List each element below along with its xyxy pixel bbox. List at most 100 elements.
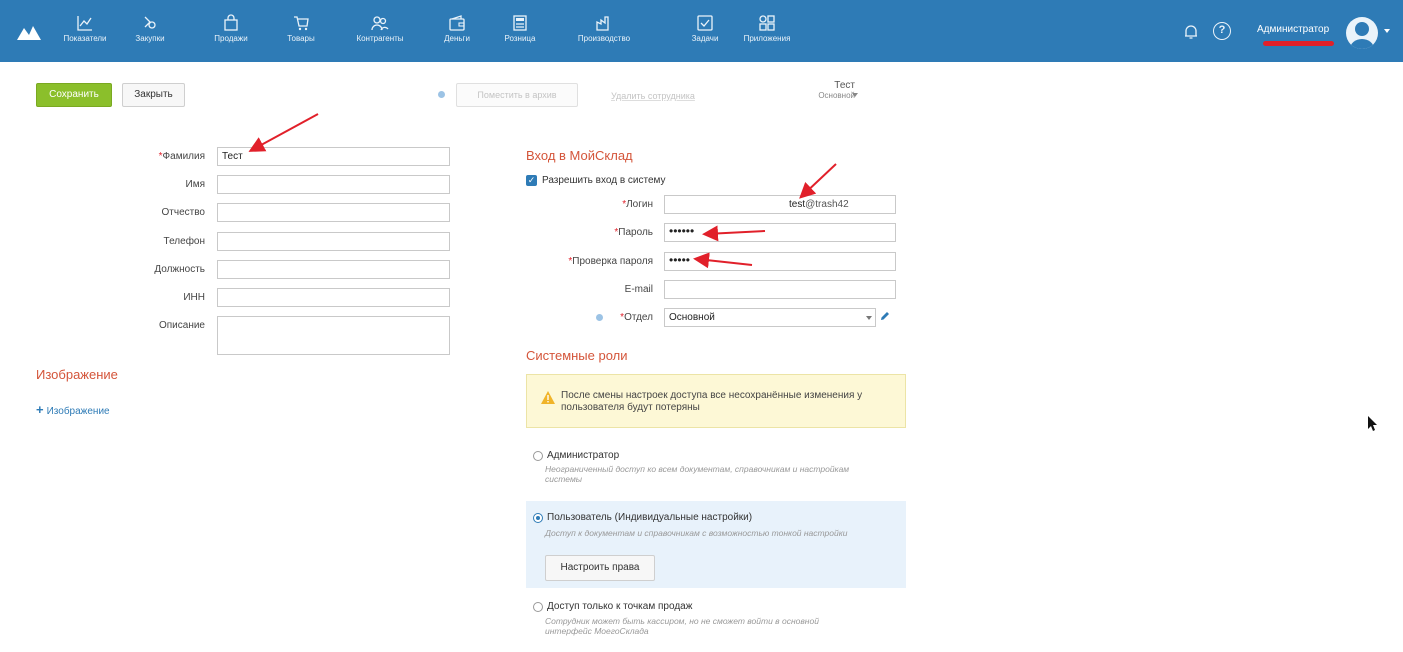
field-label-inn: ИНН: [183, 292, 205, 303]
field-label-login: *Логин: [622, 199, 653, 210]
annotation-underline: [1263, 41, 1334, 46]
avatar[interactable]: [1346, 17, 1378, 49]
role-pos-title: Доступ только к точкам продаж: [547, 601, 693, 612]
chevron-down-icon[interactable]: [866, 316, 872, 320]
nav-item-apps[interactable]: Приложения: [737, 14, 797, 43]
plus-icon: +: [36, 402, 44, 417]
position-input[interactable]: [217, 260, 450, 279]
phone-input[interactable]: [217, 232, 450, 251]
chevron-down-icon[interactable]: [1384, 29, 1390, 33]
annotation-arrow: [248, 113, 319, 152]
add-image-link[interactable]: + Изображение: [36, 402, 110, 417]
delete-employee-link[interactable]: Удалить сотрудника: [611, 91, 695, 101]
configure-rights-button[interactable]: Настроить права: [545, 555, 655, 581]
cart-icon: [294, 16, 309, 31]
field-label-confirm-password: *Проверка пароля: [568, 256, 653, 267]
field-label-first-name: Имя: [185, 179, 205, 190]
nav-label: Розница: [504, 34, 536, 43]
save-button[interactable]: Сохранить: [36, 83, 112, 107]
nav-item-indicators[interactable]: Показатели: [63, 14, 107, 43]
login-value: test: [789, 199, 806, 210]
moysklad-logo-icon[interactable]: [17, 24, 41, 40]
role-admin-radio[interactable]: [533, 451, 543, 461]
image-section-title: Изображение: [36, 367, 118, 382]
nav-item-sales[interactable]: Продажи: [211, 14, 251, 43]
nav-item-tasks[interactable]: Задачи: [685, 14, 725, 43]
owner-department: Основной: [818, 91, 855, 100]
apps-icon: [759, 15, 775, 31]
pencil-icon[interactable]: [880, 311, 890, 321]
middle-name-input[interactable]: [217, 203, 450, 222]
nav-item-retail[interactable]: Розница: [500, 14, 540, 43]
owner-name: Тест: [834, 80, 855, 91]
factory-icon: [596, 16, 609, 31]
field-label-position: Должность: [154, 264, 205, 275]
nav-label: Контрагенты: [356, 34, 404, 43]
nav-item-production[interactable]: Производство: [573, 14, 635, 43]
bag-icon: [224, 14, 238, 31]
nav-label: Показатели: [63, 34, 107, 43]
last-name-input[interactable]: Тест: [217, 147, 450, 166]
top-navigation-bar: Показатели Закупки Продажи Товары Контра…: [0, 0, 1403, 62]
nav-item-goods[interactable]: Товары: [281, 14, 321, 43]
field-label-middle-name: Отчество: [161, 207, 205, 218]
first-name-input[interactable]: [217, 175, 450, 194]
owner-selector[interactable]: Тест Основной: [795, 80, 855, 100]
nav-label: Задачи: [691, 34, 719, 43]
role-admin-title: Администратор: [547, 450, 620, 461]
allow-login-checkbox[interactable]: ✓: [526, 175, 537, 186]
field-label-email: E-mail: [624, 284, 653, 295]
password-input[interactable]: ••••••: [664, 223, 896, 242]
role-pos-description: Сотрудник может быть кассиром, но не смо…: [545, 616, 819, 636]
contacts-icon: [371, 16, 389, 31]
task-icon: [697, 15, 713, 31]
mouse-cursor-icon: [1368, 416, 1377, 431]
login-suffix: @trash42: [805, 199, 849, 210]
close-button[interactable]: Закрыть: [122, 83, 185, 107]
role-user-radio[interactable]: [533, 513, 543, 523]
login-section-title: Вход в МойСклад: [526, 148, 633, 163]
login-input[interactable]: test@trash42: [664, 195, 896, 214]
nav-label: Деньги: [444, 34, 470, 43]
allow-login-label: Разрешить вход в систему: [542, 175, 666, 186]
department-select[interactable]: Основной: [664, 308, 876, 327]
field-label-password: *Пароль: [614, 227, 653, 238]
email-input[interactable]: [664, 280, 896, 299]
nav-item-contractors[interactable]: Контрагенты: [352, 14, 408, 43]
roles-section-title: Системные роли: [526, 348, 628, 363]
bell-icon[interactable]: [1183, 24, 1199, 40]
chevron-down-icon[interactable]: [852, 93, 858, 97]
annotation-arrow: [799, 163, 837, 199]
nav-item-purchases[interactable]: Закупки: [130, 14, 170, 43]
nav-label: Закупки: [135, 34, 165, 43]
nav-label: Производство: [577, 34, 631, 43]
field-label-phone: Телефон: [163, 236, 205, 247]
add-image-label: Изображение: [46, 406, 110, 417]
field-label-description: Описание: [158, 320, 205, 331]
role-user-description: Доступ к документам и справочникам с воз…: [545, 528, 848, 538]
field-label-last-name: *Фамилия: [158, 151, 205, 162]
inn-input[interactable]: [217, 288, 450, 307]
archive-button[interactable]: Поместить в архив: [456, 83, 578, 107]
role-admin-description: Неограниченный доступ ко всем документам…: [545, 464, 850, 484]
warning-text: После смены настроек доступа все несохра…: [561, 390, 863, 413]
role-pos-radio[interactable]: [533, 602, 543, 612]
nav-item-money[interactable]: Деньги: [437, 14, 477, 43]
register-icon: [513, 15, 527, 31]
user-avatar-icon: [1350, 22, 1374, 49]
warning-box: После смены настроек доступа все несохра…: [526, 374, 906, 428]
confirm-password-input[interactable]: •••••: [664, 252, 896, 271]
nav-label: Товары: [287, 34, 315, 43]
role-user-title: Пользователь (Индивидуальные настройки): [547, 512, 753, 523]
user-name-link[interactable]: Администратор: [1257, 24, 1329, 35]
help-icon[interactable]: ?: [1213, 22, 1231, 40]
nav-label: Продажи: [214, 34, 248, 43]
description-textarea[interactable]: [217, 316, 450, 355]
info-icon[interactable]: [438, 91, 445, 98]
field-label-department: *Отдел: [620, 312, 653, 323]
chart-icon: [77, 16, 92, 31]
wallet-icon: [449, 15, 465, 31]
purchases-icon: [144, 16, 156, 29]
nav-label: Приложения: [743, 34, 791, 43]
warning-icon: [541, 391, 555, 404]
